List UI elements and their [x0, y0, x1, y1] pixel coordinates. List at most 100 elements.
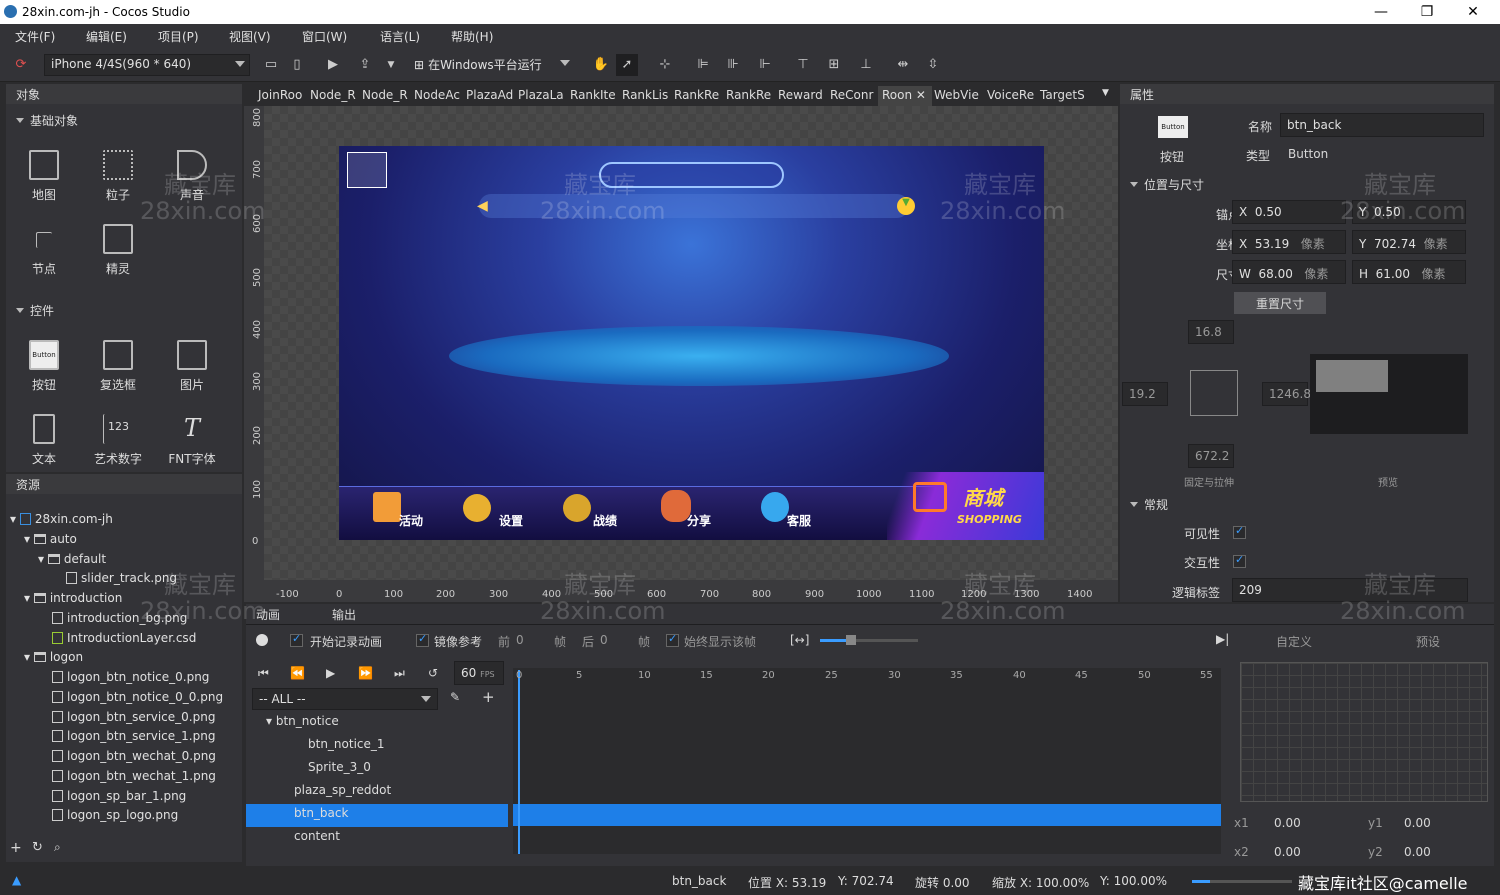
control-art-number[interactable]: 123 艺术数字	[88, 414, 148, 467]
landscape-icon[interactable]: ▭	[260, 54, 282, 76]
x2-value[interactable]: 0.00	[1274, 845, 1301, 859]
hand-tool-icon[interactable]: ✋	[590, 54, 612, 76]
size-h-field[interactable]: H 61.00 像素	[1352, 260, 1466, 284]
timeline-track-area[interactable]	[513, 668, 1221, 854]
tab-doc[interactable]: Node_R	[362, 86, 408, 106]
tree-item-file[interactable]: logon_btn_notice_0.png	[52, 670, 209, 684]
object-particle[interactable]: 粒子	[88, 150, 148, 203]
refresh-resource-icon[interactable]: ↻	[32, 840, 43, 855]
refresh-icon[interactable]: ⟳	[10, 54, 32, 76]
publish-icon[interactable]: ⇪	[354, 54, 376, 76]
tree-item-file[interactable]: IntroductionLayer.csd	[52, 631, 196, 645]
section-basic-objects[interactable]: 基础对象	[6, 112, 232, 130]
run-platform-select[interactable]: ⊞ 在Windows平台运行	[408, 54, 574, 76]
close-button[interactable]: ✕	[1450, 2, 1496, 22]
zoom-slider[interactable]	[820, 639, 918, 642]
tree-item-folder[interactable]: ▾ logon	[24, 650, 83, 664]
section-controls[interactable]: 控件	[6, 302, 232, 320]
tab-doc[interactable]: TargetS	[1040, 86, 1085, 106]
tab-doc-active[interactable]: Roon ✕	[878, 86, 932, 106]
tree-item-file[interactable]: logon_sp_bar_1.png	[52, 789, 186, 803]
menu-record[interactable]: 战绩	[593, 512, 617, 529]
prev-frame-icon[interactable]: ⏪	[290, 666, 305, 680]
prev-value[interactable]: 0	[516, 633, 524, 647]
add-resource-icon[interactable]: +	[10, 840, 22, 856]
menu-view[interactable]: 视图(V)	[229, 28, 271, 45]
collapse-right-icon[interactable]: ▶|	[1216, 632, 1229, 646]
tab-doc[interactable]: ReConr	[830, 86, 873, 106]
tab-doc[interactable]: NodeAc	[414, 86, 460, 106]
align-middle-icon[interactable]: ⊞	[823, 54, 845, 76]
warning-icon[interactable]: ▲	[12, 873, 21, 887]
align-top-icon[interactable]: ⊤	[792, 54, 814, 76]
last-frame-icon[interactable]: ⏭	[394, 666, 405, 681]
play-anim-icon[interactable]: ▶	[326, 666, 335, 680]
tab-doc[interactable]: JoinRoo	[258, 86, 302, 106]
gift-icon[interactable]	[373, 492, 401, 522]
tree-item-file[interactable]: introduction_bg.png	[52, 611, 187, 625]
tree-item-folder[interactable]: ▾ introduction	[24, 591, 122, 605]
tree-item-file[interactable]: slider_track.png	[66, 571, 177, 585]
status-zoom-slider[interactable]	[1192, 880, 1292, 883]
mirror-checkbox[interactable]	[416, 632, 429, 647]
playhead[interactable]	[518, 670, 520, 854]
menu-language[interactable]: 语言(L)	[380, 28, 420, 45]
first-frame-icon[interactable]: ⏮	[258, 666, 269, 681]
menu-service[interactable]: 客服	[787, 512, 811, 529]
tab-doc[interactable]: RankLis	[622, 86, 668, 106]
menu-settings[interactable]: 设置	[499, 512, 523, 529]
tab-doc[interactable]: RankRe	[726, 86, 771, 106]
fps-field[interactable]: 60 FPS	[454, 661, 504, 685]
next-frame-icon[interactable]: ⏩	[358, 666, 373, 680]
device-select[interactable]: iPhone 4/4S(960 * 640)	[44, 54, 250, 76]
menu-window[interactable]: 窗口(W)	[302, 28, 347, 45]
headset-icon[interactable]	[761, 492, 789, 522]
tree-item-folder[interactable]: ▾ default	[38, 552, 106, 566]
position-x-field[interactable]: X 53.19 像素	[1232, 230, 1346, 254]
margin-right-field[interactable]: 1246.8	[1262, 382, 1311, 406]
portrait-icon[interactable]: ▯	[286, 54, 308, 76]
control-text[interactable]: 文本	[14, 414, 74, 467]
tab-output[interactable]: 输出	[332, 606, 356, 623]
menu-help[interactable]: 帮助(H)	[451, 28, 493, 45]
tree-item-file[interactable]: logon_btn_service_1.png	[52, 729, 215, 743]
visible-checkbox[interactable]	[1233, 524, 1246, 539]
object-node[interactable]: 节点	[14, 224, 74, 277]
tree-item-folder[interactable]: ▾ auto	[24, 532, 77, 546]
tab-doc[interactable]: VoiceRe	[987, 86, 1034, 106]
menu-project[interactable]: 项目(P)	[158, 28, 199, 45]
minimize-button[interactable]: —	[1358, 2, 1404, 22]
tabs-overflow-icon[interactable]: ▼	[1102, 86, 1109, 106]
medal-icon[interactable]	[563, 494, 591, 522]
control-checkbox[interactable]: 复选框	[88, 340, 148, 393]
node-filter-select[interactable]: -- ALL --	[252, 688, 438, 710]
tag-input[interactable]: 209	[1232, 578, 1468, 602]
interactive-checkbox[interactable]	[1233, 553, 1246, 568]
play-icon[interactable]: ▶	[322, 54, 344, 76]
tree-item-root[interactable]: ▾ 28xin.com-jh	[10, 512, 113, 526]
selected-node-btn-back[interactable]	[347, 152, 387, 188]
x1-value[interactable]: 0.00	[1274, 816, 1301, 830]
menu-share[interactable]: 分享	[687, 512, 711, 529]
same-height-icon[interactable]: ⇳	[922, 54, 944, 76]
margin-left-field[interactable]: 19.2	[1122, 382, 1168, 406]
tab-doc[interactable]: WebVie	[934, 86, 979, 106]
reset-size-button[interactable]: 重置尺寸	[1234, 292, 1326, 314]
fit-icon[interactable]: [↔]	[790, 633, 809, 647]
control-button[interactable]: Button 按钮	[14, 340, 74, 393]
tab-custom-easing[interactable]: 自定义	[1276, 633, 1312, 650]
timeline-row[interactable]: ▾ btn_notice	[266, 714, 528, 737]
margin-top-field[interactable]: 16.8	[1188, 320, 1234, 344]
tab-doc[interactable]: PlazaAd	[466, 86, 513, 106]
tab-doc[interactable]: RankRe	[674, 86, 719, 106]
scene-preview[interactable]: ◀ ▼ 活动 设置 战绩 分享 客服 商城 SHOPPING	[339, 146, 1044, 540]
margin-bottom-field[interactable]: 672.2	[1188, 444, 1234, 468]
anchor-x-field[interactable]: X 0.50	[1232, 200, 1346, 224]
y1-value[interactable]: 0.00	[1404, 816, 1431, 830]
align-right-icon[interactable]: ⊩	[754, 54, 776, 76]
edit-icon[interactable]: ✎	[450, 690, 460, 704]
same-width-icon[interactable]: ⇹	[892, 54, 914, 76]
next-value[interactable]: 0	[600, 633, 608, 647]
timeline-track-selected[interactable]	[513, 804, 1221, 826]
stretch-box[interactable]	[1190, 370, 1238, 416]
